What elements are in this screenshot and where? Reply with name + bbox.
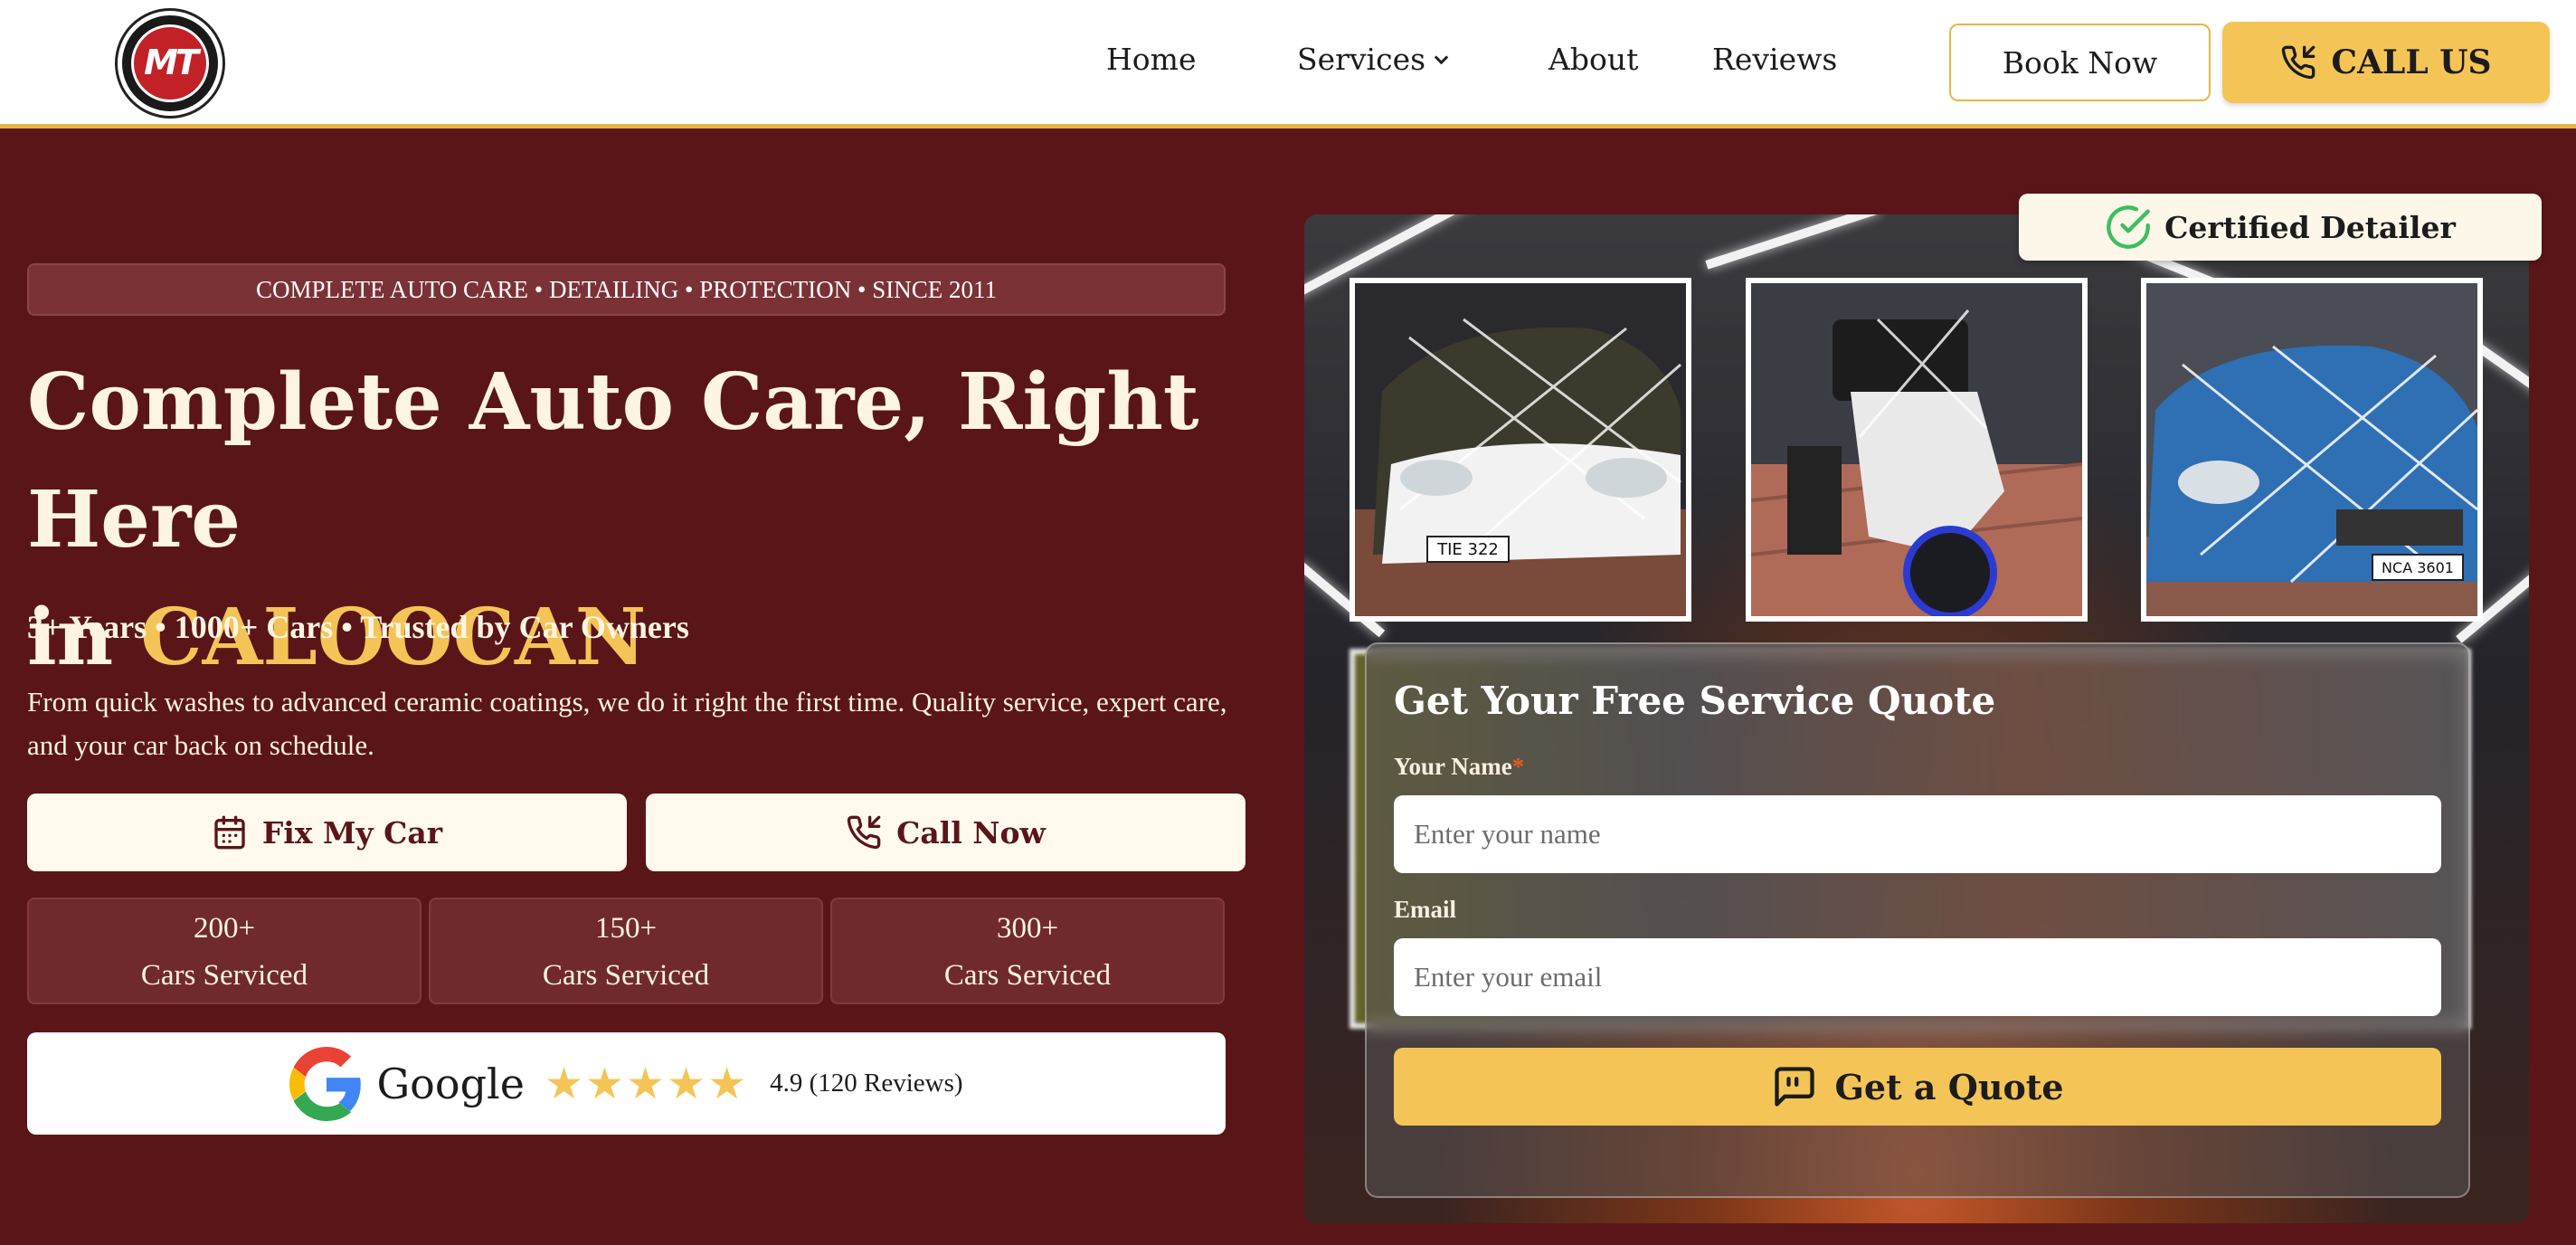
phone-incoming-icon: [847, 815, 881, 850]
message-quote-icon: [1775, 1067, 1815, 1107]
google-wordmark: Google: [376, 1059, 525, 1108]
hero-tagline: COMPLETE AUTO CARE • DETAILING • PROTECT…: [27, 263, 1226, 316]
calendar-icon: [214, 815, 245, 850]
hero-subline: 3+ Years • 1000+ Cars • Trusted by Car O…: [27, 609, 689, 645]
nav-services-label: Services: [1297, 42, 1426, 77]
fix-my-car-button[interactable]: Fix My Car: [27, 794, 627, 871]
nav-services[interactable]: Services: [1297, 42, 1449, 77]
call-us-label: CALL US: [2331, 43, 2492, 81]
email-input[interactable]: [1394, 938, 2441, 1016]
fix-my-car-label: Fix My Car: [261, 814, 443, 851]
stat-label: Cars Serviced: [542, 959, 710, 992]
chevron-down-icon: [1434, 50, 1449, 65]
top-navbar: MT Home Services About Reviews Book Now …: [0, 0, 2576, 128]
book-now-button[interactable]: Book Now: [1949, 24, 2211, 101]
certified-detailer-badge: Certified Detailer: [2019, 194, 2542, 261]
stat-card: 200+ Cars Serviced: [27, 898, 421, 1004]
certified-label: Certified Detailer: [2164, 209, 2456, 245]
phone-incoming-icon: [2282, 45, 2316, 80]
stat-card: 300+ Cars Serviced: [830, 898, 1225, 1004]
plate-text-1: TIE 322: [1436, 540, 1499, 559]
call-us-button[interactable]: CALL US: [2222, 22, 2550, 103]
stat-label: Cars Serviced: [943, 959, 1112, 992]
brand-logo[interactable]: MT: [118, 11, 223, 116]
plate-text-2: NCA 3601: [2382, 559, 2454, 576]
nav-about[interactable]: About: [1548, 42, 1638, 77]
gallery-photo[interactable]: NCA 3601: [2141, 278, 2483, 622]
get-quote-label: Get a Quote: [1834, 1066, 2064, 1107]
quote-form: Get Your Free Service Quote Your Name* E…: [1365, 642, 2470, 1198]
car-photo-1: TIE 322: [1355, 283, 1686, 616]
star-rating-icons: ★★★★★: [544, 1058, 749, 1109]
name-input[interactable]: [1394, 795, 2441, 873]
check-circle-icon: [2107, 205, 2150, 249]
google-g-icon: [289, 1046, 362, 1121]
get-quote-button[interactable]: Get a Quote: [1394, 1048, 2441, 1126]
rating-text: 4.9 (120 Reviews): [770, 1069, 963, 1098]
headline-line1: Complete Auto Care, Right Here: [27, 356, 1199, 565]
stat-number: 150+: [594, 912, 658, 945]
google-reviews-badge[interactable]: Google ★★★★★ 4.9 (120 Reviews): [27, 1032, 1226, 1135]
stat-card: 150+ Cars Serviced: [429, 898, 823, 1004]
motorcycle-photo: [1751, 283, 2082, 616]
stat-number: 200+: [193, 912, 256, 945]
name-label-text: Your Name: [1394, 753, 1512, 780]
name-field-label: Your Name*: [1394, 753, 1524, 781]
hero-description: From quick washes to advanced ceramic co…: [27, 686, 1227, 761]
nav-reviews[interactable]: Reviews: [1712, 42, 1837, 77]
nav-home[interactable]: Home: [1106, 42, 1196, 77]
gallery-photo[interactable]: [1746, 278, 2088, 622]
form-title: Get Your Free Service Quote: [1394, 679, 1996, 723]
call-now-button[interactable]: Call Now: [646, 794, 1245, 871]
call-now-label: Call Now: [896, 814, 1046, 851]
logo-monogram: MT: [144, 43, 199, 82]
car-photo-2: NCA 3601: [2146, 283, 2477, 616]
required-asterisk: *: [1511, 753, 1525, 780]
gallery-photo[interactable]: TIE 322: [1350, 278, 1691, 622]
email-field-label: Email: [1394, 896, 1457, 923]
stat-number: 300+: [996, 912, 1059, 945]
stat-label: Cars Serviced: [140, 959, 308, 992]
